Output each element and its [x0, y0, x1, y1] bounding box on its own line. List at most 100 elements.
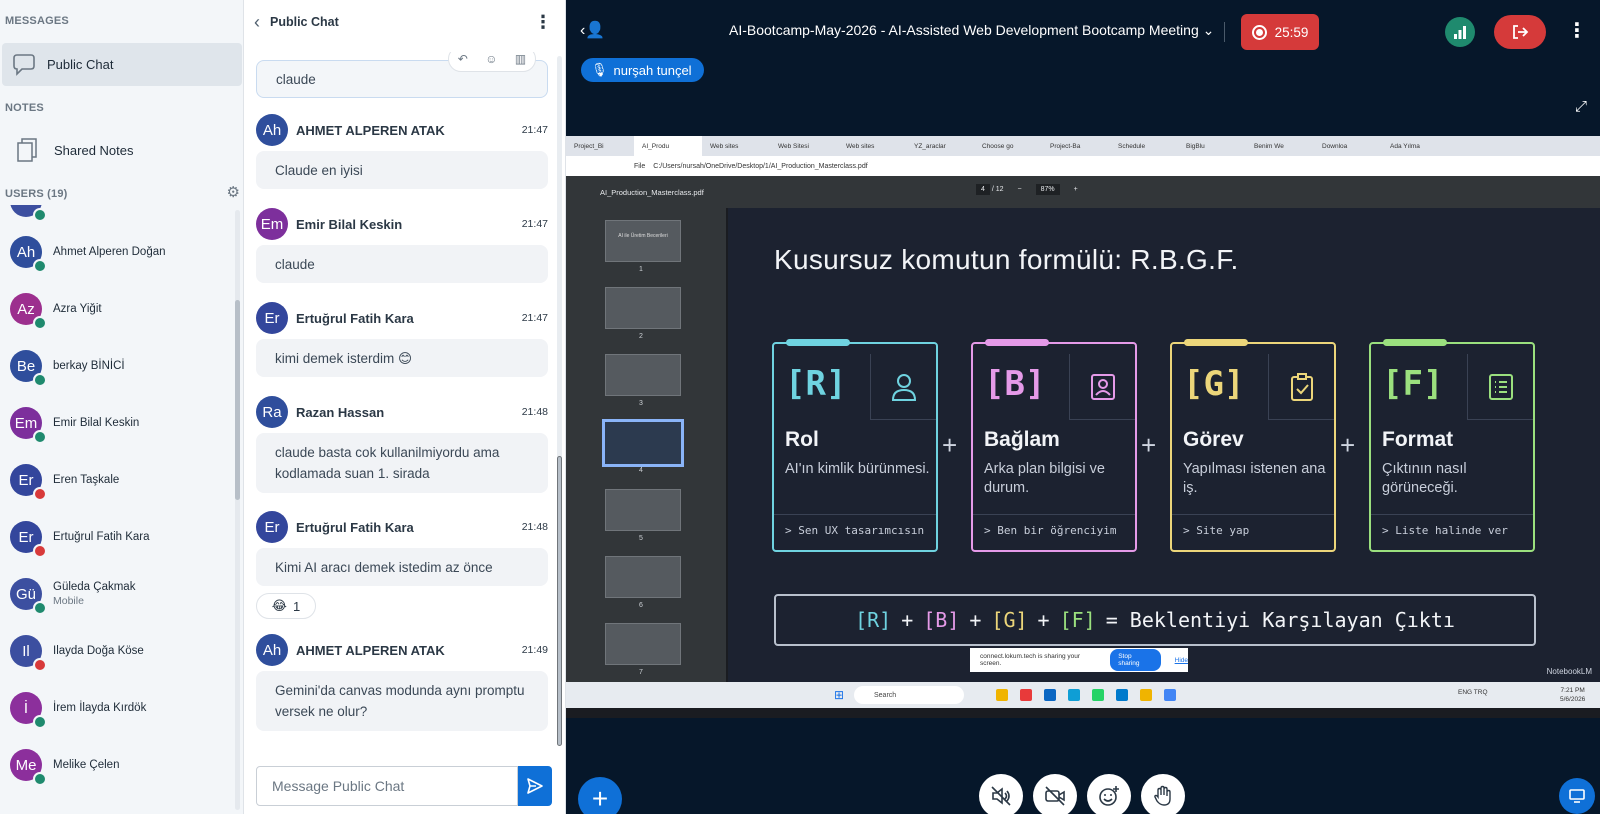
user-list-item[interactable]: Gü Güleda Çakmak Mobile [0, 566, 236, 622]
fullscreen-icon[interactable]: ⤢ [1575, 98, 1587, 115]
recording-button[interactable]: 25:59 [1241, 14, 1319, 50]
reactions-button[interactable] [1087, 774, 1131, 814]
browser-tab[interactable]: Schedule [1110, 136, 1178, 156]
raise-hand-button[interactable] [1141, 774, 1185, 814]
pdf-thumbnail[interactable] [605, 354, 681, 396]
browser-tab[interactable]: Web sites [702, 136, 770, 156]
edge-icon[interactable] [1068, 689, 1080, 701]
browser-tab[interactable]: Benim We [1246, 136, 1314, 156]
folder-icon[interactable] [996, 689, 1008, 701]
chrome-icon[interactable] [1164, 689, 1176, 701]
user-list-item[interactable]: İ İrem İlayda Kırdök [0, 680, 236, 736]
user-list-item[interactable]: Er Ertuğrul Fatih Kara [0, 509, 236, 565]
chevron-down-icon: ⌄ [1202, 22, 1215, 38]
browser-tab[interactable]: Project-Ba [1042, 136, 1110, 156]
browser-tab-active[interactable]: AI_Produ [634, 136, 702, 156]
rbgf-card-baglam: [B] Bağlam Arka plan bilgisi ve durum. >… [971, 339, 1137, 552]
user-list-item[interactable]: Ah Ahmet Alperen Doğan [0, 224, 236, 280]
card-divider [1172, 514, 1334, 515]
user-list-scrollbar[interactable] [235, 210, 240, 810]
status-dot [33, 316, 47, 330]
pdf-thumbnail[interactable] [605, 556, 681, 598]
message-bubble: Gemini'da canvas modunda aynı promptu ve… [256, 671, 548, 731]
hide-link[interactable]: Hide [1175, 657, 1188, 664]
plus-sign: + [942, 430, 958, 460]
browser-tab[interactable]: Web Sitesi [770, 136, 838, 156]
browser-tab[interactable]: Choose go [974, 136, 1042, 156]
pdf-thumbnail[interactable] [605, 489, 681, 531]
browser-tab[interactable]: BigBlu [1178, 136, 1246, 156]
taskbar-language[interactable]: ENG TRQ [1458, 688, 1488, 697]
user-list-item[interactable]: Az Azra Yiğit [0, 281, 236, 337]
browser-tab[interactable]: Project_Bi [566, 136, 634, 156]
sidebar-item-public-chat[interactable]: Public Chat [2, 43, 242, 86]
leave-meeting-button[interactable] [1494, 15, 1546, 49]
sender-name: Razan Hassan [296, 404, 385, 420]
pdf-thumbnail[interactable] [605, 287, 681, 329]
pdf-thumbnail[interactable] [605, 623, 681, 665]
scrollbar-thumb[interactable] [235, 300, 240, 500]
status-dot [33, 658, 47, 672]
linkedin-icon[interactable] [1044, 689, 1056, 701]
user-name: Ertuğrul Fatih Kara [53, 531, 150, 543]
taskbar-clock[interactable]: 7:21 PM 5/6/2026 [1560, 686, 1585, 704]
windows-start-icon[interactable]: ⊞ [834, 688, 844, 702]
browser-tab[interactable]: Ada Yılma [1382, 136, 1450, 156]
browser-tab[interactable]: Web sites [838, 136, 906, 156]
user-list-toggle[interactable]: ‹👤 [580, 20, 605, 40]
avatar: Il [10, 635, 47, 672]
scrollbar-thumb[interactable] [557, 456, 562, 746]
sidebar-item-shared-notes[interactable]: Shared Notes [2, 133, 242, 167]
actions-button[interactable]: + [578, 777, 622, 814]
app-icon[interactable] [1020, 689, 1032, 701]
sender-name: Ertuğrul Fatih Kara [296, 519, 414, 535]
pdf-zoom[interactable]: 87% [1035, 184, 1060, 195]
pdf-page-input[interactable]: 4 [976, 184, 990, 195]
pdf-thumbnail-selected[interactable] [602, 419, 684, 467]
emoji-icon[interactable]: ☺ [485, 52, 497, 66]
more-options-icon[interactable]: ⋮ [534, 12, 552, 33]
plus-icon[interactable]: + [1074, 186, 1078, 193]
monitor-icon [1569, 789, 1585, 803]
reply-icon[interactable]: ↶ [458, 52, 468, 66]
card-name: Rol [785, 428, 819, 451]
whatsapp-icon[interactable] [1092, 689, 1104, 701]
stop-sharing-button[interactable]: Stop sharing [1110, 649, 1161, 671]
delete-icon[interactable]: ▥ [515, 52, 526, 66]
reaction-chip[interactable]: 😂 1 [256, 593, 316, 619]
message-bubble: claude basta cok kullanilmiyordu ama kod… [256, 433, 548, 493]
chat-message-input[interactable]: Message Public Chat [256, 766, 518, 806]
exit-icon [1513, 25, 1529, 39]
user-list-item[interactable]: Me Melike Çelen [0, 737, 236, 793]
user-list-item[interactable]: Il Ilayda Doğa Köse [0, 623, 236, 679]
card-accent-bar [985, 339, 1049, 346]
browser-address-bar[interactable]: File C:/Users/nursah/OneDrive/Desktop/1/… [566, 156, 1600, 176]
audio-button[interactable] [979, 774, 1023, 814]
send-button[interactable] [518, 766, 552, 806]
meeting-title[interactable]: AI-Bootcamp-May-2026 - AI-Assisted Web D… [729, 22, 1214, 39]
minus-icon[interactable]: − [1018, 186, 1022, 193]
connection-status-button[interactable] [1445, 17, 1475, 47]
pdf-thumbnail[interactable]: AI ile Üretim Becerileri [605, 220, 681, 262]
explorer-icon[interactable] [1140, 689, 1152, 701]
status-dot [33, 772, 47, 786]
chat-scrollbar[interactable] [557, 56, 562, 746]
vscode-icon[interactable] [1116, 689, 1128, 701]
chevron-left-icon[interactable]: ‹ [254, 12, 260, 33]
rbgf-card-rol: [R] Rol AI'ın kimlik bürünmesi. > Sen UX… [772, 339, 938, 552]
user-list-item[interactable]: Em Emir Bilal Keskin [0, 395, 236, 451]
video-button[interactable] [1033, 774, 1077, 814]
status-dot [33, 601, 47, 615]
header-divider [1224, 22, 1225, 42]
user-list-item[interactable]: Er Eren Taşkale [0, 452, 236, 508]
gear-icon[interactable]: ⚙ [227, 183, 240, 201]
sender-name: AHMET ALPEREN ATAK [296, 642, 445, 658]
browser-tab[interactable]: YZ_araclar [906, 136, 974, 156]
more-options-icon[interactable]: ⋮ [1567, 18, 1587, 43]
user-list-item[interactable]: Be berkay BİNİCİ [0, 338, 236, 394]
card-code: [R] [785, 364, 847, 404]
emoji-add-icon [1099, 786, 1119, 806]
browser-tab[interactable]: Downloa [1314, 136, 1382, 156]
screenshare-button[interactable] [1559, 778, 1595, 814]
taskbar-search[interactable]: Search [854, 686, 964, 704]
